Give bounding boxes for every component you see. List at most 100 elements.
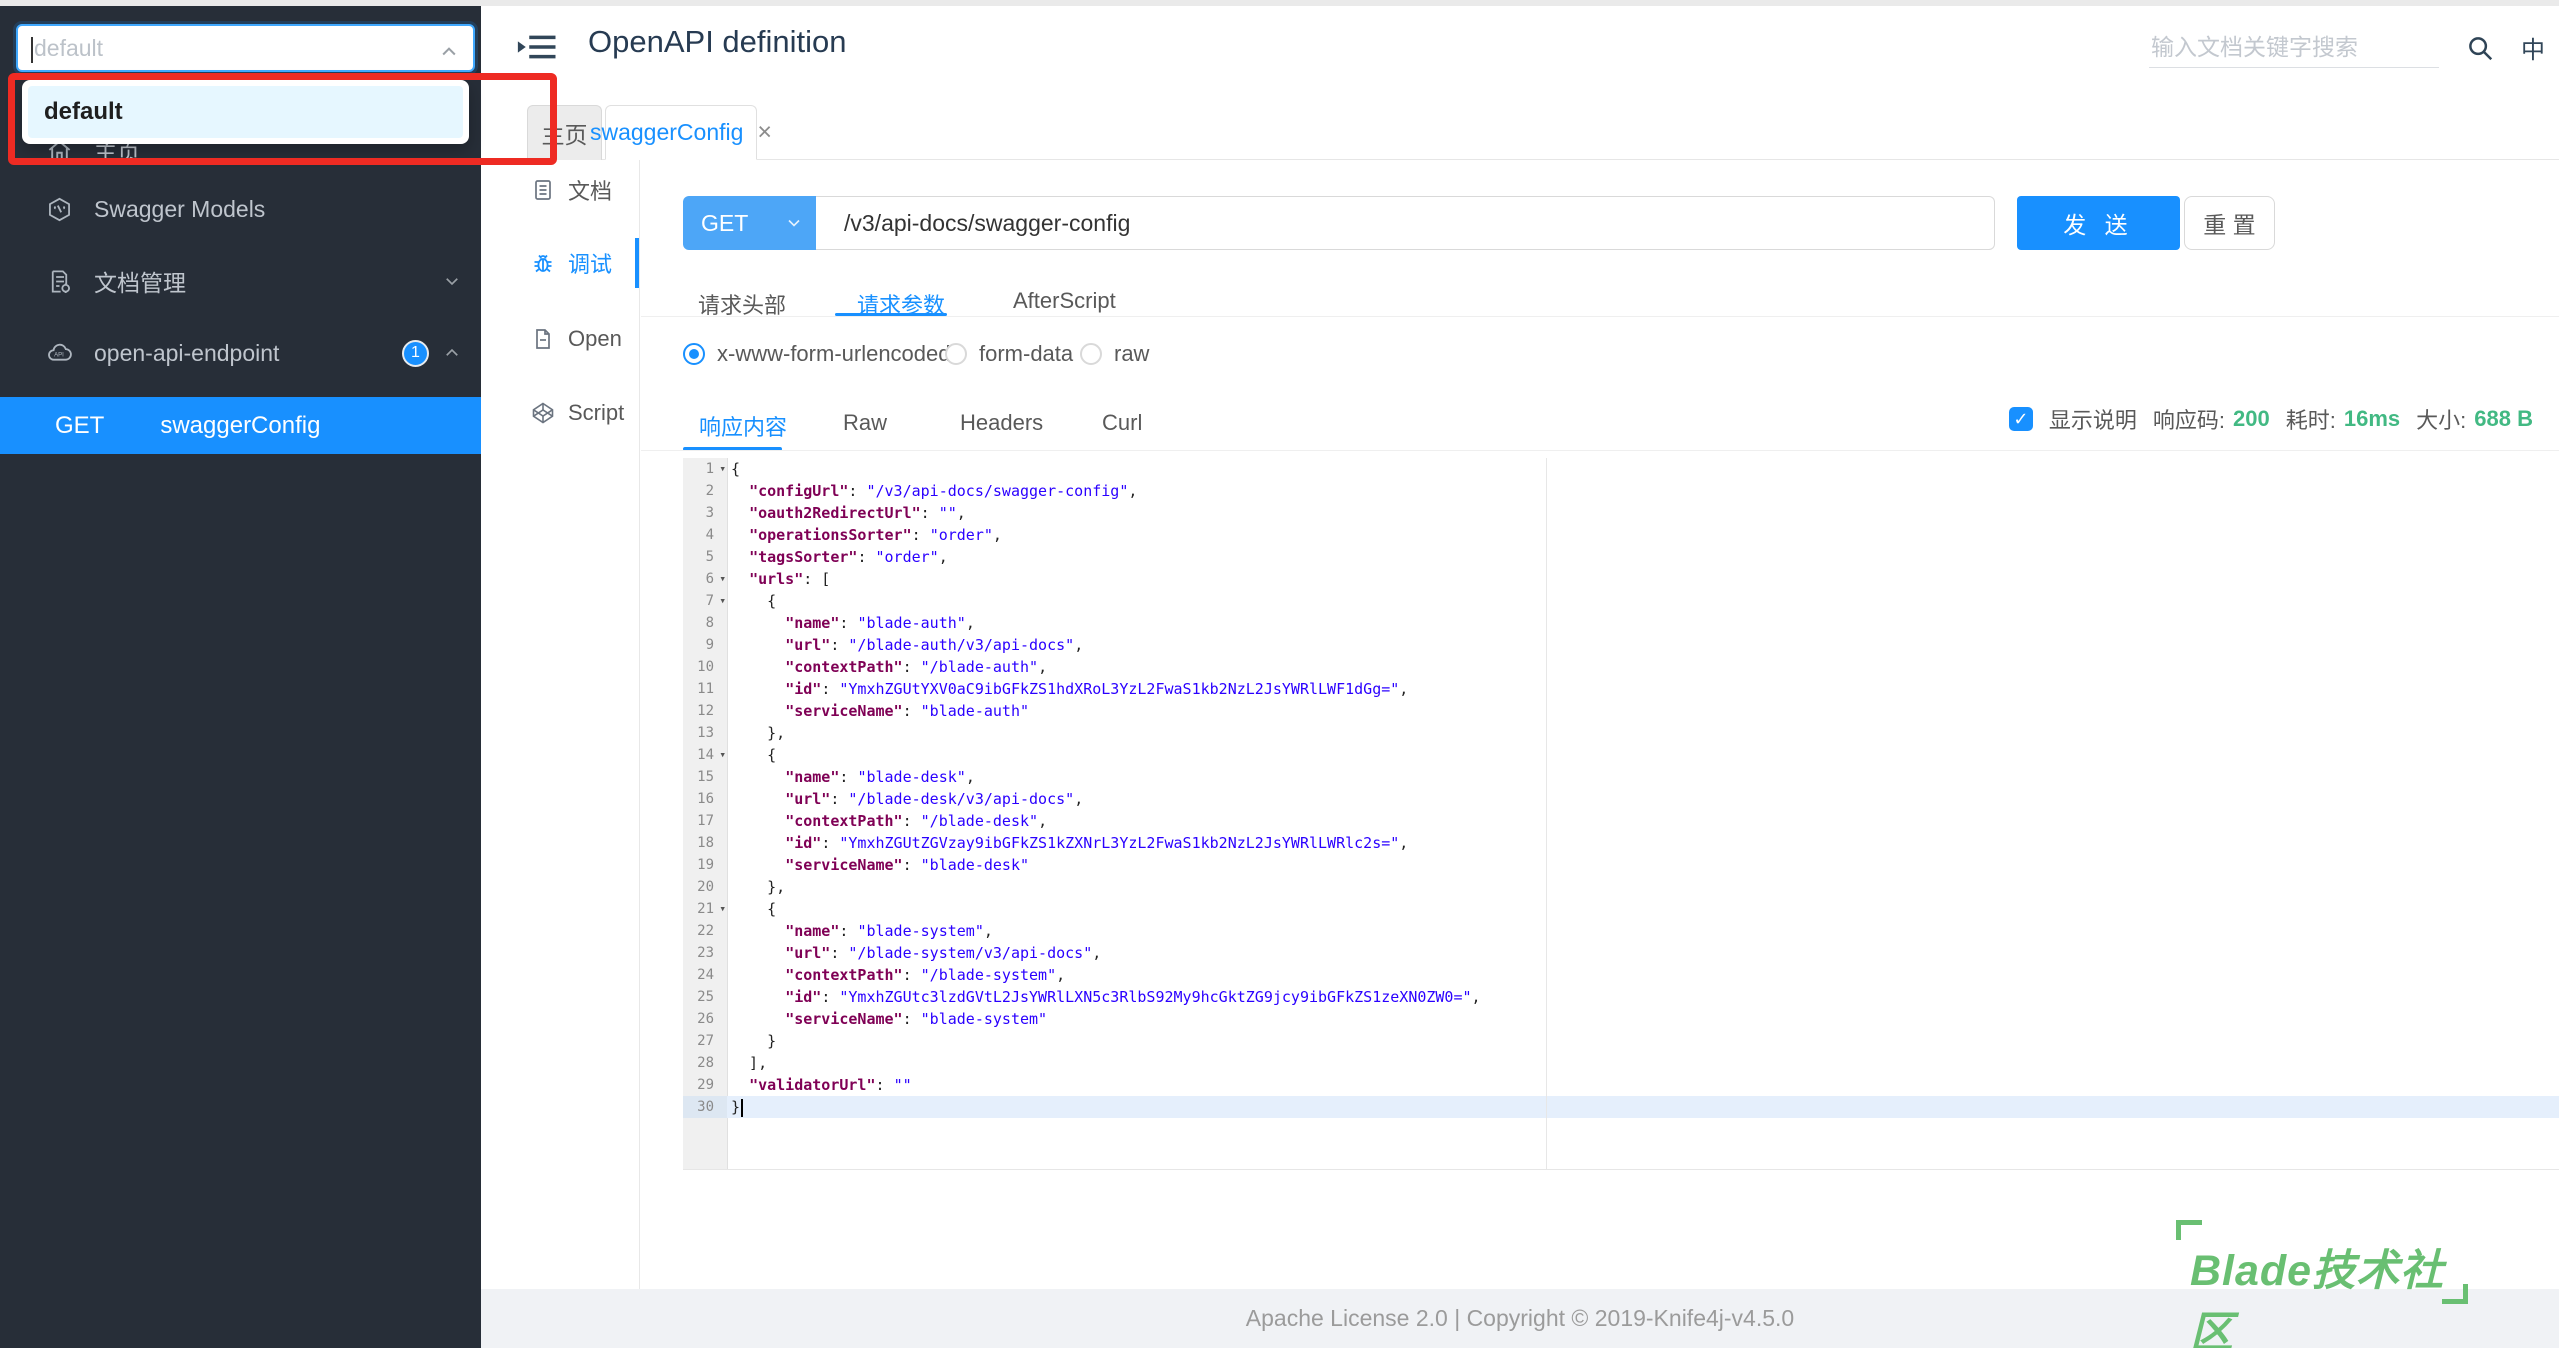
editor-line[interactable]: 1 ▾{ (683, 458, 2559, 480)
editor-line[interactable]: 27 } (683, 1030, 2559, 1052)
fold-arrow-icon[interactable]: ▾ (719, 568, 726, 590)
sidebar-operation-swaggerconfig[interactable]: GET swaggerConfig (0, 397, 481, 454)
line-number: 1 ▾ (683, 458, 727, 480)
document-icon (531, 178, 555, 202)
line-number: 3 (683, 502, 727, 524)
tab-afterscript[interactable]: AfterScript (1013, 288, 1116, 314)
editor-line[interactable]: 24 "contextPath": "/blade-system", (683, 964, 2559, 986)
reset-button[interactable]: 重 置 (2184, 196, 2275, 250)
watermark-text: Blade技术社区 (2190, 1247, 2445, 1348)
radio-x-www-form-urlencoded[interactable]: x-www-form-urlencoded (683, 341, 951, 367)
tab-response-content[interactable]: 响应内容 (699, 410, 787, 442)
group-select-dropdown: default (22, 80, 469, 144)
editor-line[interactable]: 7 ▾ { (683, 590, 2559, 612)
show-description-checkbox[interactable]: ✓ (2008, 407, 2033, 431)
line-number: 18 (683, 832, 727, 854)
editor-line[interactable]: 5 "tagsSorter": "order", (683, 546, 2559, 568)
nav-item-open[interactable]: Open (481, 315, 640, 363)
editor-line[interactable]: 8 "name": "blade-auth", (683, 612, 2559, 634)
editor-line[interactable]: 20 }, (683, 876, 2559, 898)
radio-icon (1080, 343, 1102, 365)
fold-arrow-icon[interactable]: ▾ (719, 898, 726, 920)
fold-arrow-icon[interactable]: ▾ (719, 458, 726, 480)
count-badge: 1 (402, 339, 429, 367)
editor-line[interactable]: 11 "id": "YmxhZGUtYXV0aC9ibGFkZS1hdXRoL3… (683, 678, 2559, 700)
close-icon[interactable]: × (757, 120, 772, 145)
editor-line[interactable]: 14 ▾ { (683, 744, 2559, 766)
tab-headers[interactable]: Headers (960, 410, 1043, 436)
fold-arrow-icon[interactable]: ▾ (719, 744, 726, 766)
tab-swaggerconfig[interactable]: swaggerConfig × (590, 105, 772, 160)
chevron-up-icon (439, 42, 459, 62)
radio-raw[interactable]: raw (1080, 341, 1149, 367)
header: OpenAPI definition 中 (481, 0, 2559, 95)
search-icon[interactable] (2465, 33, 2495, 63)
send-button[interactable]: 发 送 (2017, 196, 2180, 250)
group-select[interactable] (16, 24, 475, 72)
fold-arrow-icon[interactable]: ▾ (719, 590, 726, 612)
request-url-input[interactable] (816, 196, 1995, 250)
license-text: Apache License 2.0 | Copyright © 2019-Kn… (1245, 1305, 1795, 1331)
editor-line[interactable]: 15 "name": "blade-desk", (683, 766, 2559, 788)
line-number: 8 (683, 612, 727, 634)
nav-item-script[interactable]: Script (481, 389, 640, 437)
editor-line[interactable]: 26 "serviceName": "blade-system" (683, 1008, 2559, 1030)
nav-item-doc[interactable]: 文档 (481, 166, 640, 214)
sidebar-item-swagger-models[interactable]: Swagger Models (0, 185, 481, 233)
text-caret (31, 37, 33, 63)
editor-line[interactable]: 17 "contextPath": "/blade-desk", (683, 810, 2559, 832)
line-number: 24 (683, 964, 727, 986)
editor-line[interactable]: 19 "serviceName": "blade-desk" (683, 854, 2559, 876)
chevron-down-icon (784, 213, 804, 233)
editor-line[interactable]: 10 "contextPath": "/blade-auth", (683, 656, 2559, 678)
editor-line[interactable]: 21 ▾ { (683, 898, 2559, 920)
editor-line[interactable]: 16 "url": "/blade-desk/v3/api-docs", (683, 788, 2559, 810)
tab-curl[interactable]: Curl (1102, 410, 1142, 436)
sidebar-item-label: 文档管理 (94, 270, 186, 296)
method-select[interactable]: GET (683, 196, 816, 250)
svg-text:API: API (54, 352, 64, 358)
sidebar-item-open-api-endpoint[interactable]: API open-api-endpoint 1 (0, 329, 481, 377)
http-method-label: GET (55, 411, 105, 439)
sidebar-item-label: open-api-endpoint (94, 339, 280, 366)
editor-line[interactable]: 28 ], (683, 1052, 2559, 1074)
line-number: 10 (683, 656, 727, 678)
search-input[interactable] (2149, 27, 2439, 68)
editor-line[interactable]: 22 "name": "blade-system", (683, 920, 2559, 942)
editor-line[interactable]: 25 "id": "YmxhZGUtc3lzdGVtL2JsYWRlLXN5c3… (683, 986, 2559, 1008)
group-select-input[interactable] (34, 34, 434, 62)
line-number: 29 (683, 1074, 727, 1096)
operation-name: swaggerConfig (160, 411, 321, 439)
sidebar-item-doc-manage[interactable]: 文档管理 (0, 257, 481, 305)
line-number: 2 (683, 480, 727, 502)
codepen-icon (531, 401, 555, 425)
line-number: 26 (683, 1008, 727, 1030)
status-code: 响应码: 200 (2152, 406, 2270, 433)
line-number: 4 (683, 524, 727, 546)
editor-line[interactable]: 12 "serviceName": "blade-auth" (683, 700, 2559, 722)
group-option-default[interactable]: default (28, 86, 463, 138)
nav-item-debug[interactable]: 调试 (481, 239, 640, 287)
editor-line[interactable]: 9 "url": "/blade-auth/v3/api-docs", (683, 634, 2559, 656)
editor-line[interactable]: 2 "configUrl": "/v3/api-docs/swagger-con… (683, 480, 2559, 502)
swagger-models-icon (46, 196, 73, 223)
editor-line[interactable]: 4 "operationsSorter": "order", (683, 524, 2559, 546)
response-size: 大小: 688 B (2416, 406, 2533, 433)
editor-line[interactable]: 29 "validatorUrl": "" (683, 1074, 2559, 1096)
editor-line[interactable]: 18 "id": "YmxhZGUtZGVzay9ibGFkZS1kZXNrL3… (683, 832, 2559, 854)
response-code-editor[interactable]: 1 ▾{2 "configUrl": "/v3/api-docs/swagger-… (683, 458, 2559, 1170)
editor-line[interactable]: 30} (683, 1096, 2559, 1118)
menu-fold-icon[interactable] (517, 26, 559, 68)
text-cursor (741, 1098, 744, 1117)
editor-line[interactable]: 23 "url": "/blade-system/v3/api-docs", (683, 942, 2559, 964)
radio-icon (683, 343, 705, 365)
editor-line[interactable]: 3 "oauth2RedirectUrl": "", (683, 502, 2559, 524)
editor-line[interactable]: 13 }, (683, 722, 2559, 744)
elapsed-time: 耗时: 16ms (2285, 406, 2401, 433)
line-number: 6 ▾ (683, 568, 727, 590)
radio-form-data[interactable]: form-data (945, 341, 1073, 367)
language-toggle[interactable]: 中 (2521, 30, 2545, 65)
tab-raw[interactable]: Raw (843, 410, 887, 436)
line-number: 15 (683, 766, 727, 788)
editor-line[interactable]: 6 ▾ "urls": [ (683, 568, 2559, 590)
